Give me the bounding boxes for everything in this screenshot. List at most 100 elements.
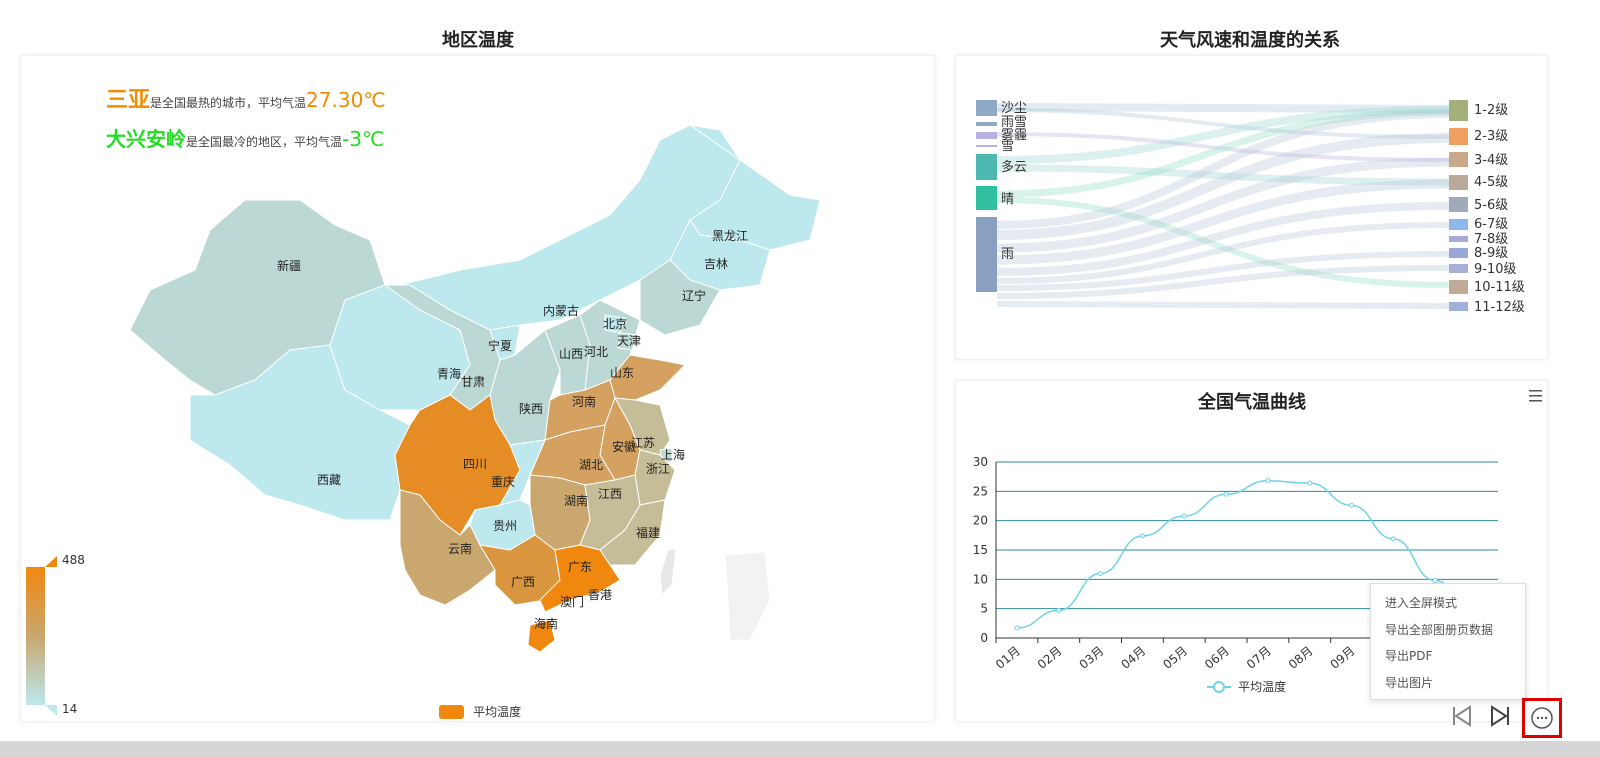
sankey-right-label: 1-2级	[1474, 103, 1508, 118]
more-button[interactable]	[1522, 698, 1562, 738]
sankey-right-label: 4-5级	[1474, 175, 1508, 190]
sankey-right-label: 5-6级	[1474, 198, 1508, 213]
sankey-node	[1449, 100, 1468, 121]
data-point	[1098, 570, 1104, 576]
label-shandong: 山东	[610, 366, 634, 380]
label-heilongjiang: 黑龙江	[712, 229, 748, 243]
sankey-node	[976, 217, 997, 292]
label-fujian: 福建	[636, 525, 660, 540]
label-xianggang: 香港	[588, 588, 612, 602]
label-hubei: 湖北	[579, 457, 603, 472]
map-legend[interactable]: 平均温度	[439, 701, 521, 720]
menu-item-fullscreen[interactable]: 进入全屏模式	[1371, 592, 1525, 619]
line-title: 全国气温曲线	[1198, 392, 1306, 413]
sankey-node	[976, 186, 997, 210]
data-point	[1349, 502, 1355, 508]
sankey-right-label: 11-12级	[1474, 300, 1525, 315]
sankey-links	[996, 103, 1450, 309]
sankey-left-label: 多云	[1001, 159, 1027, 175]
y-tick-label: 10	[973, 572, 988, 586]
menu-item-export-pdf[interactable]: 导出PDF	[1371, 645, 1525, 672]
sankey-left-label: 沙尘	[1001, 101, 1027, 116]
visual-map-bar	[26, 567, 45, 705]
label-shanghai: 上海	[661, 447, 685, 462]
sankey-right-label: 8-9级	[1474, 246, 1508, 261]
sankey-node	[1449, 197, 1468, 212]
sankey-right-label: 2-3级	[1474, 129, 1508, 144]
sankey-left-label: 雨	[1001, 247, 1014, 262]
label-shaanxi: 陕西	[519, 401, 543, 416]
x-tick-label: 08月	[1286, 644, 1316, 672]
label-guangxi: 广西	[511, 575, 535, 589]
hamburger-icon[interactable]	[1528, 389, 1544, 403]
label-hebei: 河北	[584, 345, 608, 359]
x-tick-label: 05月	[1160, 644, 1190, 672]
label-tianjin: 天津	[617, 334, 641, 348]
y-tick-label: 0	[980, 631, 988, 645]
label-yunnan: 云南	[448, 541, 472, 556]
sankey-link	[996, 301, 1450, 309]
context-menu: 进入全屏模式 导出全部图册页数据 导出PDF 导出图片	[1370, 583, 1526, 700]
label-gansu: 甘肃	[461, 375, 485, 389]
x-tick-label: 09月	[1328, 644, 1358, 672]
skip-first-icon[interactable]	[1449, 703, 1475, 729]
legend-swatch	[439, 704, 464, 719]
menu-item-export-data[interactable]: 导出全部图册页数据	[1371, 619, 1525, 646]
sankey-right-label: 10-11级	[1474, 280, 1525, 295]
visual-map-max: 488	[62, 553, 85, 567]
skip-last-icon[interactable]	[1487, 703, 1513, 729]
data-point	[1139, 533, 1145, 539]
label-jiangxi: 江西	[598, 487, 622, 501]
sankey-title: 天气风速和温度的关系	[1160, 30, 1340, 51]
sankey-node	[1449, 302, 1468, 311]
line-legend-icon	[1207, 680, 1231, 693]
sankey-chart[interactable]: 沙尘 雨雪 雾霾 雪 多云 晴 雨 1-2级 2-3级 3-4级 4-5级 5-…	[955, 90, 1548, 330]
data-point	[1307, 480, 1313, 486]
visual-map-min: 14	[62, 702, 77, 716]
label-guangdong: 广东	[568, 560, 592, 574]
menu-item-export-image[interactable]: 导出图片	[1371, 672, 1525, 699]
label-henan: 河南	[572, 394, 596, 409]
x-tick-label: 02月	[1035, 644, 1065, 672]
y-tick-label: 25	[973, 484, 988, 498]
sankey-right-nodes	[1449, 100, 1468, 311]
sankey-left-label: 晴	[1001, 192, 1014, 207]
sankey-node	[976, 122, 997, 126]
sankey-node	[1449, 128, 1468, 145]
x-tick-label: 01月	[993, 644, 1023, 672]
label-beijing: 北京	[603, 317, 627, 331]
sankey-node	[1449, 280, 1468, 294]
line-legend[interactable]: 平均温度	[1207, 676, 1286, 695]
data-point	[1056, 607, 1062, 613]
label-qinghai: 青海	[437, 366, 461, 381]
sankey-left-label: 雪	[1001, 139, 1014, 154]
sankey-right-labels: 1-2级 2-3级 3-4级 4-5级 5-6级 6-7级 7-8级 8-9级 …	[1474, 103, 1525, 315]
x-tick-label: 06月	[1202, 644, 1232, 672]
label-xizang: 西藏	[317, 473, 341, 487]
data-point	[1390, 536, 1396, 542]
data-point	[1014, 625, 1020, 631]
bottom-scrollbar[interactable]	[0, 741, 1600, 757]
region-taiwan	[659, 547, 677, 597]
label-guizhou: 贵州	[493, 519, 517, 533]
label-neimenggu: 内蒙古	[543, 303, 579, 318]
data-point	[1432, 578, 1438, 584]
y-tick-label: 15	[973, 543, 988, 557]
sankey-node	[1449, 219, 1468, 230]
x-tick-label: 07月	[1244, 644, 1274, 672]
sankey-node	[1449, 152, 1468, 167]
label-liaoning: 辽宁	[682, 288, 706, 303]
sankey-right-label: 9-10级	[1474, 262, 1517, 277]
label-hunan: 湖南	[564, 493, 588, 508]
sankey-right-label: 3-4级	[1474, 153, 1508, 168]
visual-map[interactable]: 488 14	[20, 550, 100, 720]
china-map[interactable]: 新疆 西藏 青海 甘肃 宁夏 内蒙古 黑龙江 吉林 辽宁 北京 天津 河北 山西…	[0, 0, 935, 740]
x-tick-label: 03月	[1077, 644, 1107, 672]
y-tick-label: 20	[973, 514, 988, 528]
data-point	[1181, 513, 1187, 519]
label-xinjiang: 新疆	[277, 258, 301, 273]
label-ningxia: 宁夏	[488, 338, 512, 353]
sankey-node	[1449, 248, 1468, 258]
x-tick-label: 04月	[1118, 644, 1148, 672]
sankey-node	[1449, 236, 1468, 242]
